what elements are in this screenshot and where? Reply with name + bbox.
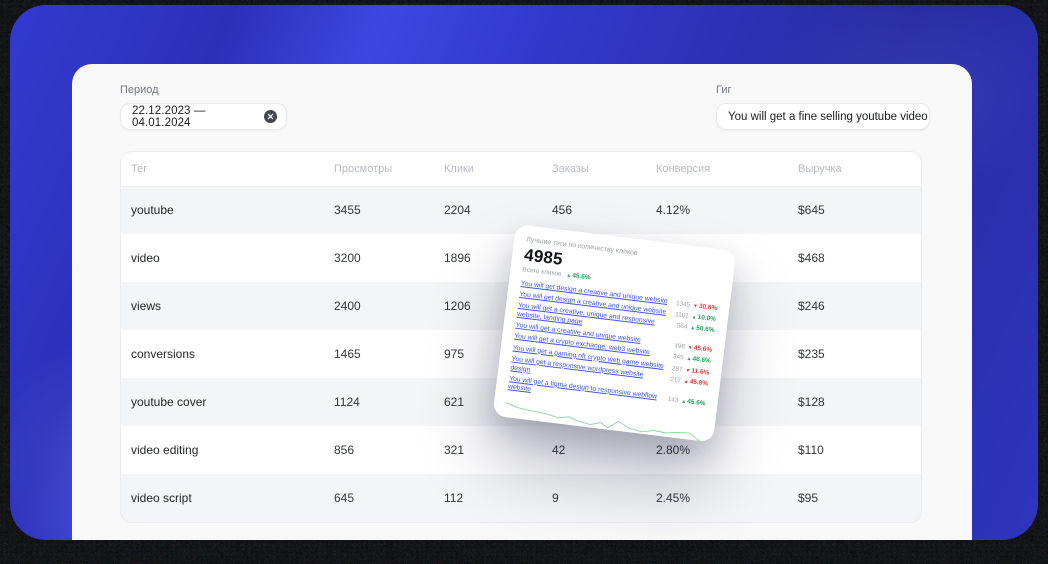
table-row[interactable]: video editing 856 321 42 2.80% $110 bbox=[121, 426, 921, 474]
arrow-up-icon: ▲ bbox=[683, 378, 689, 386]
cell-clicks: 321 bbox=[444, 443, 465, 457]
tag-clicks-value: 287 bbox=[671, 364, 683, 373]
cell-orders: 9 bbox=[552, 491, 559, 505]
cell-conversion: 2.45% bbox=[656, 491, 691, 505]
period-label: Период bbox=[120, 84, 159, 96]
filter-bar: Период 22.12.2023 — 04.01.2024 Гиг You w… bbox=[120, 84, 930, 130]
table-header-row: Тег Просмотры Клики Заказы Конверсия Выручка bbox=[121, 152, 921, 187]
month-label: Mar bbox=[535, 424, 546, 433]
arrow-up-icon: ▲ bbox=[680, 398, 687, 405]
tag-clicks-value: 217 bbox=[669, 375, 682, 385]
gig-select[interactable]: You will get a fine selling youtube vide… bbox=[716, 103, 930, 130]
cell-views: 3455 bbox=[334, 203, 361, 218]
cell-revenue: $110 bbox=[798, 443, 824, 457]
tag-change-badge: ▲50.6% bbox=[689, 325, 715, 335]
tag-change-badge: ▲45.6% bbox=[680, 397, 706, 408]
cell-revenue: $468 bbox=[798, 251, 825, 265]
gig-filter: Гиг You will get a fine selling youtube … bbox=[716, 84, 930, 130]
cell-revenue: $128 bbox=[798, 395, 825, 409]
gig-selected-value: You will get a fine selling youtube vide… bbox=[728, 110, 928, 123]
month-label: Jul bbox=[597, 432, 606, 440]
tag-clicks-value: 498 bbox=[673, 342, 686, 351]
tag-change-badge: ▼45.6% bbox=[687, 344, 713, 355]
cell-tag: views bbox=[131, 299, 162, 313]
column-header: Заказы bbox=[552, 152, 656, 187]
cell-revenue: $246 bbox=[798, 299, 825, 313]
tag-clicks-value: 564 bbox=[676, 322, 688, 331]
period-input[interactable]: 22.12.2023 — 04.01.2024 bbox=[120, 103, 287, 130]
tag-change-badge: ▼11.6% bbox=[685, 367, 710, 377]
arrow-down-icon: ▼ bbox=[692, 303, 699, 310]
column-header: Тег bbox=[121, 152, 334, 187]
cell-tag: video bbox=[131, 251, 160, 265]
column-header: Выручка bbox=[798, 152, 921, 187]
cell-tag: youtube cover bbox=[131, 395, 207, 409]
top-tags-list: You will get design a creative and uniqu… bbox=[507, 280, 718, 416]
clear-period-button[interactable] bbox=[264, 110, 277, 123]
cell-views: 645 bbox=[334, 491, 355, 505]
tag-clicks-value: 345 bbox=[672, 353, 684, 362]
month-label: May bbox=[565, 428, 578, 436]
cell-conversion: 4.12% bbox=[656, 203, 691, 218]
cell-tag: video script bbox=[131, 491, 192, 505]
cell-views: 1124 bbox=[334, 395, 360, 409]
tag-clicks-value: 1345 bbox=[675, 300, 691, 309]
cell-views: 2400 bbox=[334, 299, 361, 313]
arrow-up-icon: ▲ bbox=[686, 356, 692, 363]
tag-metric: 217 ▲45.8% bbox=[670, 376, 708, 388]
gig-label: Гиг bbox=[716, 84, 732, 96]
arrow-up-icon: ▲ bbox=[691, 314, 697, 321]
cell-tag: conversions bbox=[131, 347, 196, 361]
tag-change-badge: ▼30.6% bbox=[692, 302, 718, 313]
tag-clicks-value: 1101 bbox=[674, 311, 690, 320]
top-tags-popover: Лучшие теги по количеству кликов 4985 Вс… bbox=[492, 224, 737, 451]
period-value: 22.12.2023 — 04.01.2024 bbox=[132, 104, 206, 129]
cell-views: 1465 bbox=[334, 347, 361, 361]
month-label: Nov bbox=[656, 439, 668, 448]
arrow-down-icon: ▼ bbox=[685, 367, 691, 374]
month-label: Jan bbox=[505, 421, 515, 429]
tag-change-badge: ▲10.0% bbox=[691, 314, 717, 324]
tag-metric: 564 ▲50.6% bbox=[676, 323, 714, 335]
tag-metric: 345 ▲46.6% bbox=[673, 354, 711, 366]
cell-revenue: $645 bbox=[798, 203, 825, 218]
tag-change-badge: ▲45.8% bbox=[683, 378, 709, 388]
column-header: Клики bbox=[444, 152, 552, 187]
cell-tag: youtube bbox=[131, 203, 174, 218]
month-label: Dec bbox=[687, 443, 699, 451]
cell-views: 3200 bbox=[334, 251, 361, 265]
cell-orders: 456 bbox=[552, 203, 573, 218]
tag-metric: 287 ▼11.6% bbox=[672, 365, 710, 377]
column-header: Просмотры bbox=[334, 152, 444, 187]
column-header: Конверсия bbox=[656, 152, 798, 187]
tag-metric: 143 ▲45.6% bbox=[667, 396, 705, 408]
cell-revenue: $95 bbox=[798, 491, 819, 505]
tag-metric: 498 ▼45.6% bbox=[674, 342, 712, 354]
tag-clicks-value: 143 bbox=[667, 395, 679, 404]
cell-revenue: $235 bbox=[798, 347, 825, 361]
arrow-up-icon: ▲ bbox=[689, 325, 696, 332]
table-row[interactable]: video script 645 112 9 2.45% $95 bbox=[121, 474, 921, 522]
cell-tag: video editing bbox=[131, 443, 199, 457]
month-label: Sep bbox=[625, 436, 637, 444]
arrow-down-icon: ▼ bbox=[687, 345, 694, 352]
period-filter: Период 22.12.2023 — 04.01.2024 bbox=[120, 84, 287, 130]
tag-change-badge: ▲46.6% bbox=[686, 355, 712, 366]
cell-clicks: 112 bbox=[444, 491, 464, 505]
cell-views: 856 bbox=[334, 443, 355, 457]
circle-x-icon bbox=[264, 110, 277, 123]
